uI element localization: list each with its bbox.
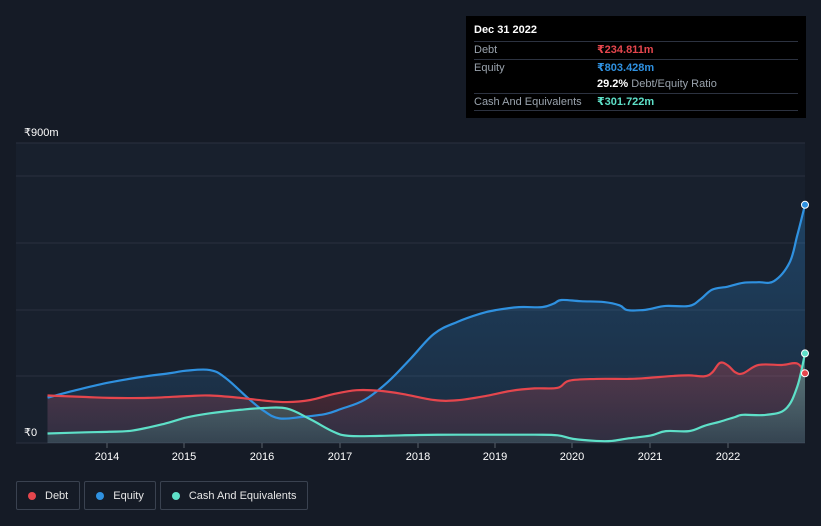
x-tick-label: 2017 [328, 451, 352, 463]
tooltip-cash-label: Cash And Equivalents [474, 95, 582, 108]
tooltip-row-cash: Cash And Equivalents ₹301.722m [474, 92, 798, 111]
y-tick-label-zero: ₹0 [24, 427, 38, 439]
x-tick-label: 2021 [638, 451, 662, 463]
tooltip-debt-value: ₹234.811m [597, 44, 654, 56]
tooltip-equity-value: ₹803.428m [597, 61, 655, 74]
tooltip-debt-label: Debt [474, 44, 498, 56]
y-tick-label-max: ₹900m [24, 127, 59, 139]
x-tick-label: 2022 [716, 451, 740, 463]
cash-endpoint [801, 349, 809, 358]
tooltip-row-ratio: 29.2% Debt/Equity Ratio [474, 76, 798, 93]
x-tick-label: 2015 [172, 451, 196, 463]
legend-item-equity[interactable]: Equity [84, 481, 156, 510]
x-tick-label: 2014 [95, 451, 119, 463]
legend-item-cash[interactable]: Cash And Equivalents [159, 481, 309, 510]
tooltip-panel: Dec 31 2022 Debt ₹234.811m Equity ₹803.4… [466, 16, 806, 118]
x-tick-label: 2019 [483, 451, 507, 463]
legend-equity-label: Equity [113, 489, 144, 502]
tooltip-cash-value: ₹301.722m [597, 95, 655, 108]
tooltip-equity-label: Equity [474, 61, 505, 74]
tooltip-divider [474, 110, 798, 117]
tooltip-ratio-label: Debt/Equity Ratio [631, 78, 717, 90]
x-tick-label: 2018 [406, 451, 430, 463]
legend-item-debt[interactable]: Debt [16, 481, 81, 510]
legend-debt-label: Debt [45, 489, 69, 502]
equity-endpoint [801, 200, 809, 209]
tooltip-row-debt: Debt ₹234.811m [474, 41, 798, 59]
tooltip-ratio: 29.2% Debt/Equity Ratio [597, 76, 717, 92]
tooltip-ratio-value: 29.2% [597, 78, 629, 90]
tooltip-row-equity: Equity ₹803.428m [474, 58, 798, 77]
x-tick-label: 2016 [250, 451, 274, 463]
legend-cash-dot-icon [171, 491, 180, 500]
chart-legend: Debt Equity Cash And Equivalents [16, 481, 309, 510]
tooltip-date: Dec 31 2022 [474, 24, 537, 36]
debt-endpoint [801, 369, 809, 378]
x-axis-ticks: 2014 2015 2016 2017 2018 2019 2020 2021 2022 [95, 443, 740, 463]
legend-equity-dot-icon [96, 491, 105, 500]
legend-debt-dot-icon [28, 491, 36, 500]
x-tick-label: 2020 [560, 451, 584, 463]
legend-cash-label: Cash And Equivalents [188, 489, 297, 502]
